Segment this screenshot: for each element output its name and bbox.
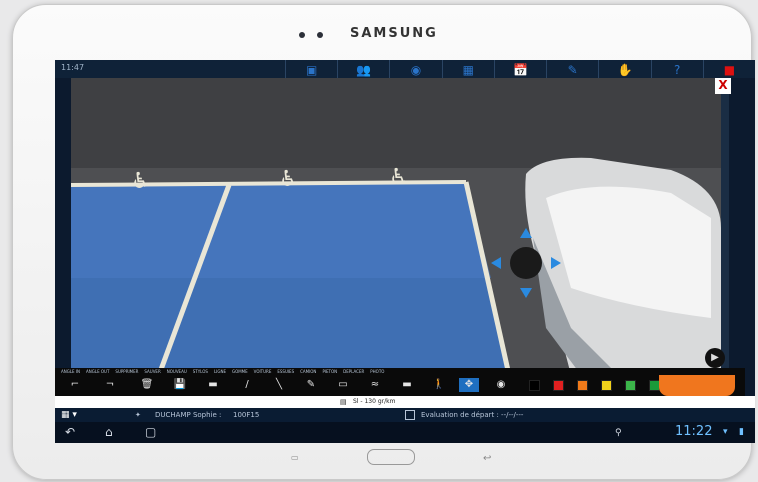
tool-label: CAMION [300, 369, 317, 374]
fullscreen-icon: ▣ [305, 63, 318, 77]
new-tool-button[interactable]: ▬ [203, 378, 223, 392]
emission-info: Sl - 130 gr/km [353, 398, 396, 405]
evaluation-text: Evaluation de départ : --/--/--- [421, 411, 524, 419]
move-tool-button[interactable]: ✥ [459, 378, 479, 392]
tool-label: GOMME [231, 369, 248, 374]
tool-label: STYLOS [192, 369, 208, 374]
wifi-icon: ▾ [723, 427, 728, 437]
patient-row: ▦ ▾ ✦ DUCHAMP Sophie : 100F15 Evaluation… [55, 408, 755, 422]
truck-tool-button[interactable]: ▬ [397, 378, 417, 392]
battery-icon: ▮ [739, 427, 744, 437]
tool-label: ANGLE IN [61, 369, 81, 374]
info-row: ▤ Sl - 130 gr/km [55, 396, 755, 408]
home-icon[interactable]: ⌂ [105, 425, 113, 439]
quit-icon: ■ [723, 63, 736, 77]
svg-text:♿: ♿ [389, 165, 409, 190]
tool-label: VOITURE [253, 369, 272, 374]
photo-tool-button[interactable]: ◉ [491, 378, 511, 392]
angle-out-tool-button[interactable]: ¬ [100, 378, 120, 392]
orange-handle[interactable] [659, 375, 735, 396]
users-icon: 👥 [356, 63, 372, 77]
color-swatch-red[interactable] [553, 380, 564, 391]
line-tool-button[interactable]: ╲ [269, 378, 289, 392]
sensor-dot-icon [317, 32, 323, 38]
tool-label: SAUVER [144, 369, 161, 374]
nav-clock: 11:22 [675, 424, 713, 439]
chevron-right-icon[interactable]: ▶ [705, 348, 725, 368]
plugin-button[interactable]: ▦ [441, 60, 494, 80]
hand-button[interactable]: ✋ [598, 60, 650, 80]
tool-label: PHOTO [370, 369, 385, 374]
location-button[interactable]: ◉ [389, 60, 441, 80]
patient-name: DUCHAMP Sophie : [155, 411, 222, 419]
wipers-tool-button[interactable]: ≈ [365, 378, 385, 392]
back-key-icon[interactable]: ↩ [483, 453, 491, 464]
patient-id: 100F15 [233, 411, 260, 419]
pen-icon: ✎ [567, 63, 578, 77]
color-swatch-green[interactable] [625, 380, 636, 391]
car-tool-button[interactable]: ▭ [333, 378, 353, 392]
tool-label: NOUVEAU [166, 369, 187, 374]
star-icon: ✦ [135, 411, 141, 419]
tool-label: LIGNE [213, 369, 226, 374]
tool-label: PIETON [322, 369, 338, 374]
status-time: 11:47 [61, 63, 85, 72]
grid-icon[interactable]: ▦ ▾ [61, 410, 77, 420]
pedestrian-tool-button[interactable]: 🚶 [429, 378, 449, 392]
tablet-screen: 11:47 ▣ 👥 ◉ ▦ 📅 ✎ ✋ ? ■ ♿ ♿ ♿ X ▶ ANGLE … [55, 60, 755, 443]
home-hardware-button[interactable] [367, 449, 415, 465]
angle-in-tool-button[interactable]: ⌐ [65, 378, 85, 392]
delete-tool-button[interactable]: 🗑 [137, 378, 157, 392]
calendar-icon: 📅 [513, 63, 528, 77]
tablet-device: SAMSUNG 11:47 ▣ 👥 ◉ ▦ 📅 ✎ ✋ ? ■ ♿ ♿ ♿ X … [12, 4, 755, 480]
pen-tool-button[interactable]: / [237, 378, 257, 392]
menu-key-icon[interactable]: ▭ [291, 453, 299, 462]
save-tool-button[interactable]: 💾 [170, 378, 190, 392]
tool-label: DEPLACER [343, 369, 365, 374]
drawing-toolbar-labels: ANGLE IN ANGLE OUT SUPPRIMER SAUVER NOUV… [61, 369, 561, 375]
back-icon[interactable]: ↶ [65, 425, 75, 439]
help-icon: ? [673, 63, 681, 77]
tool-label: SUPPRIMER [115, 369, 139, 374]
calendar-button[interactable]: 📅 [493, 60, 546, 80]
fullscreen-button[interactable]: ▣ [285, 60, 337, 80]
quit-button[interactable]: ■ [702, 60, 755, 80]
help-button[interactable]: ? [650, 60, 703, 80]
close-button[interactable]: X [715, 78, 731, 94]
svg-text:♿: ♿ [279, 167, 299, 192]
camera-dot-icon [299, 32, 305, 38]
users-button[interactable]: 👥 [337, 60, 389, 80]
evaluation-checkbox[interactable] [405, 410, 415, 420]
hand-icon: ✋ [617, 63, 633, 77]
vertical-scrollbar[interactable] [721, 90, 729, 370]
pen-button[interactable]: ✎ [546, 60, 598, 80]
recents-icon[interactable]: ▢ [145, 425, 156, 439]
tool-label: ESSUIES [277, 369, 295, 374]
eraser-tool-button[interactable]: ✎ [301, 378, 321, 392]
parking-photo[interactable]: ♿ ♿ ♿ [71, 78, 721, 375]
brand-logo: SAMSUNG [350, 26, 438, 41]
usb-icon: ⚲ [615, 428, 622, 438]
svg-text:♿: ♿ [131, 169, 151, 194]
tool-label: ANGLE OUT [86, 369, 110, 374]
color-swatch-black[interactable] [529, 380, 540, 391]
location-icon: ◉ [410, 63, 422, 77]
top-toolbar: ▣ 👥 ◉ ▦ 📅 ✎ ✋ ? ■ [285, 60, 755, 80]
android-nav-bar: ↶ ⌂ ▢ ⚲ 11:22 ▾ ▮ [55, 422, 755, 443]
color-swatch-orange[interactable] [577, 380, 588, 391]
color-swatch-yellow[interactable] [601, 380, 612, 391]
document-icon: ▤ [340, 398, 347, 406]
plugin-icon: ▦ [462, 63, 474, 77]
